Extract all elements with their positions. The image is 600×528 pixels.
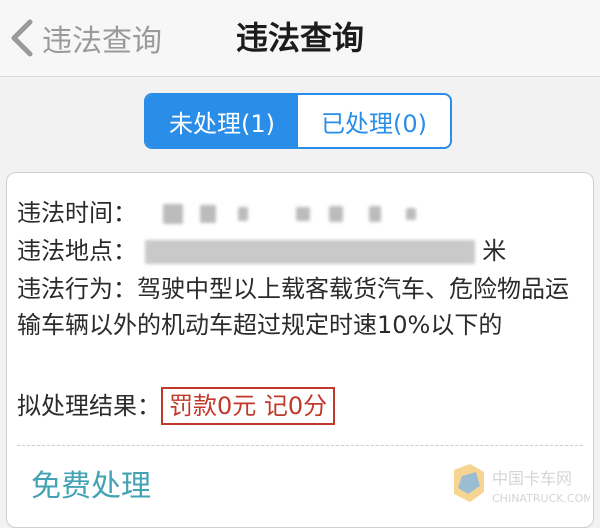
violation-behavior-label: 违法行为： (17, 275, 137, 303)
watermark-en: CHINATRUCK.COM (492, 492, 590, 505)
violation-location-label: 违法地点： (17, 237, 137, 265)
nav-bar: 违法查询 违法查询 (0, 0, 600, 77)
status-segmented-control: 未处理(1) 已处理(0) (144, 93, 452, 149)
violation-location-row: 违法地点： 米 (17, 233, 583, 269)
violation-time-label: 违法时间： (17, 199, 137, 227)
proposed-result-row: 拟处理结果： 罚款0元 记0分 (17, 387, 583, 425)
chinatruck-logo: 中国卡车网 CHINATRUCK.COM (454, 464, 590, 505)
proposed-result-value: 罚款0元 记0分 (161, 387, 336, 425)
redacted-location (144, 237, 483, 265)
violation-location-tail: 米 (482, 237, 507, 265)
divider (17, 445, 583, 446)
free-process-button[interactable]: 免费处理 (31, 465, 151, 509)
proposed-result-label: 拟处理结果： (17, 392, 161, 420)
watermark-cn: 中国卡车网 (492, 469, 572, 488)
tab-processed[interactable]: 已处理(0) (298, 95, 450, 147)
violation-behavior-row: 违法行为：驾驶中型以上载客载货汽车、危险物品运输车辆以外的机动车超过规定时速10… (17, 271, 583, 343)
redacted-time (145, 199, 417, 227)
page-title: 违法查询 (235, 19, 364, 57)
tab-unprocessed[interactable]: 未处理(1) (146, 95, 298, 147)
violation-time-row: 违法时间： (17, 195, 583, 231)
